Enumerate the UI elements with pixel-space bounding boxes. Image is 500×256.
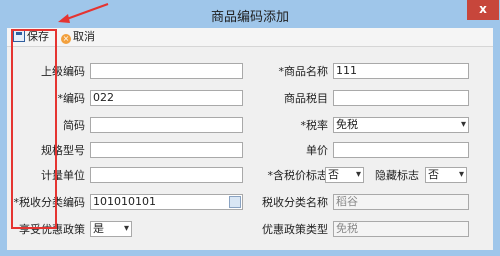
tax-class-name-field[interactable]: 稻谷 (333, 194, 469, 210)
tax-item-label: 商品税目 (284, 92, 328, 105)
hidden-flag-label: 隐藏标志 (375, 169, 419, 182)
annotation-arrow-icon (58, 3, 109, 23)
tax-rate-select[interactable]: 免税 (333, 117, 469, 133)
tax-class-code-value: 101010101 (93, 195, 156, 208)
spec-field[interactable] (90, 142, 243, 158)
unit-price-field[interactable] (333, 142, 469, 158)
cancel-button[interactable]: × 取消 (61, 30, 95, 44)
preferential-type-label: 优惠政策类型 (262, 223, 328, 236)
preferential-policy-select[interactable]: 是 (90, 221, 132, 237)
cancel-icon: × (61, 34, 71, 44)
tax-rate-label: *税率 (300, 119, 329, 132)
preferential-type-field[interactable]: 免税 (333, 221, 469, 237)
cancel-label: 取消 (73, 30, 95, 43)
dialog-window: 商品编码添加 x 保存 × 取消 上级编码 *商品名称 111 *编码 022 商… (0, 0, 500, 256)
unit-price-label: 单价 (306, 144, 328, 157)
hidden-flag-select[interactable]: 否 (425, 167, 467, 183)
short-code-field[interactable] (90, 117, 243, 133)
code-field[interactable]: 022 (90, 90, 243, 106)
dialog-body: 保存 × 取消 上级编码 *商品名称 111 *编码 022 商品税目 简码 *税… (7, 28, 493, 250)
annotation-highlight-box (11, 29, 57, 229)
parent-code-field[interactable] (90, 63, 243, 79)
tax-item-field[interactable] (333, 90, 469, 106)
tax-inclusive-label: *含税价标志 (267, 169, 329, 182)
product-name-label: *商品名称 (278, 65, 329, 78)
toolbar: 保存 × 取消 (7, 28, 493, 47)
close-button[interactable]: x (467, 0, 499, 20)
browse-icon[interactable] (229, 196, 241, 208)
tax-class-name-label: 税收分类名称 (262, 196, 328, 209)
product-name-field[interactable]: 111 (333, 63, 469, 79)
unit-field[interactable] (90, 167, 243, 183)
tax-class-code-field[interactable]: 101010101 (90, 194, 243, 210)
tax-inclusive-select[interactable]: 否 (325, 167, 364, 183)
